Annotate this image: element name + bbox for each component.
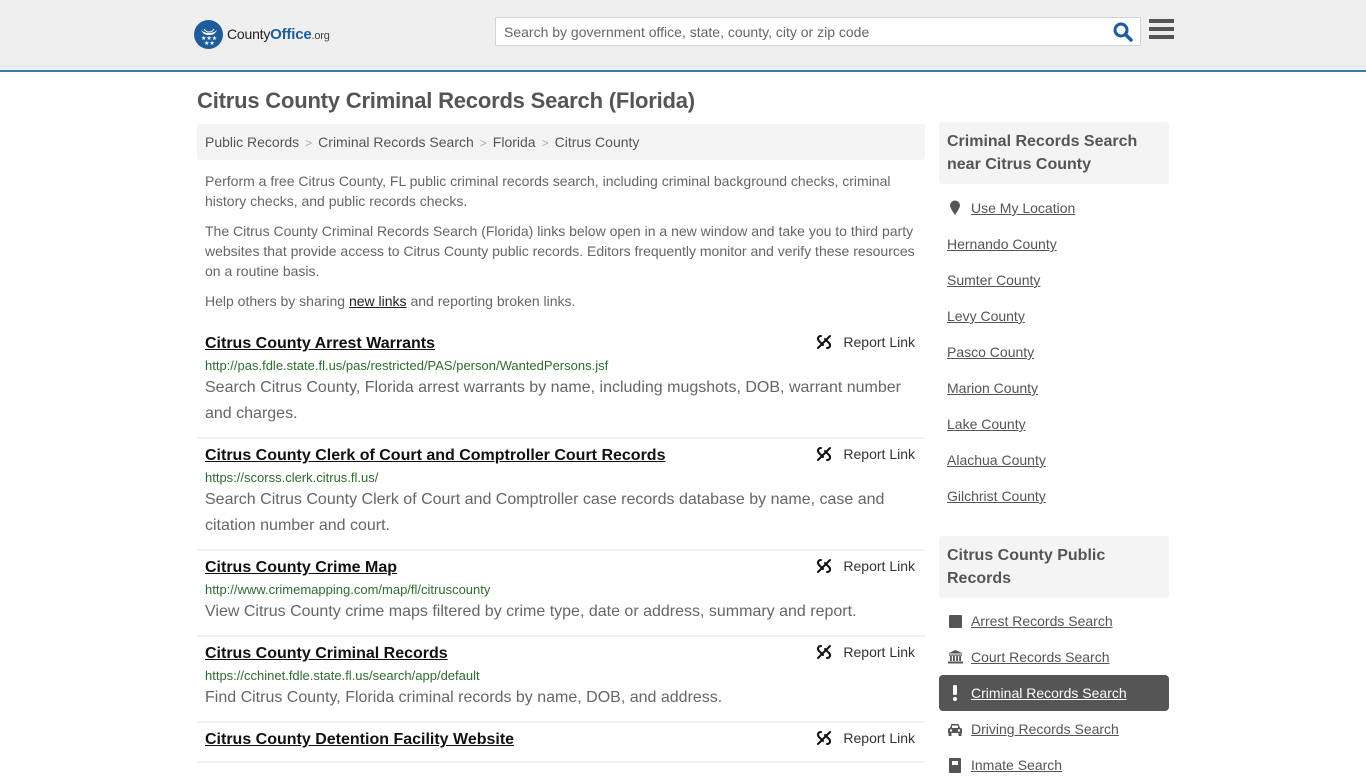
- inmate-icon: [947, 757, 963, 773]
- intro-paragraph-3: Help others by sharing new links and rep…: [205, 293, 576, 309]
- broken-link-icon: [815, 643, 843, 661]
- public-records-item[interactable]: Court Records Search: [939, 639, 1169, 675]
- public-records-heading: Citrus County Public Records: [939, 536, 1169, 598]
- breadcrumb: Public Records > Criminal Records Search > F…: [197, 124, 925, 160]
- report-link-button[interactable]: Report Link: [815, 333, 915, 351]
- report-link-label: Report Link: [843, 446, 915, 462]
- results-list: Citrus County Arrest Warrants Report Link…: [197, 327, 925, 763]
- use-my-location-item[interactable]: Use My Location: [939, 190, 1169, 226]
- nearby-county-link[interactable]: Lake County: [947, 416, 1026, 432]
- result-item: Citrus County Crime Map Report Link http:/…: [197, 551, 925, 637]
- svg-text:★★: ★★: [204, 40, 215, 46]
- intro-paragraph-1: Perform a free Citrus County, FL public …: [205, 173, 891, 209]
- nearby-list: Use My Location Hernando County Sumter Co…: [939, 190, 1169, 514]
- hamburger-menu-icon[interactable]: [1149, 19, 1175, 43]
- nearby-county-item[interactable]: Pasco County: [939, 334, 1169, 370]
- public-records-item[interactable]: Arrest Records Search: [939, 603, 1169, 639]
- breadcrumb-separator: >: [541, 136, 549, 150]
- breadcrumb-separator: >: [479, 136, 487, 150]
- nearby-county-link[interactable]: Gilchrist County: [947, 488, 1046, 504]
- nearby-county-link[interactable]: Sumter County: [947, 272, 1040, 288]
- public-records-item[interactable]: Inmate Search: [939, 747, 1169, 783]
- breadcrumb-criminal-records-search[interactable]: Criminal Records Search: [318, 134, 474, 150]
- map-marker-icon: [947, 200, 963, 216]
- search-icon[interactable]: [1112, 21, 1134, 43]
- result-url: https://scorss.clerk.citrus.fl.us/: [205, 470, 379, 485]
- logo-text: CountyOffice.org: [227, 26, 330, 43]
- nearby-county-link[interactable]: Levy County: [947, 308, 1025, 324]
- car-icon: [947, 723, 963, 736]
- report-link-button[interactable]: Report Link: [815, 729, 915, 747]
- result-url: https://cchinet.fdle.state.fl.us/search/…: [205, 668, 480, 683]
- report-link-label: Report Link: [843, 334, 915, 350]
- courthouse-icon: [947, 650, 963, 664]
- search-box: [495, 17, 1141, 46]
- result-item: Citrus County Criminal Records Report Lin…: [197, 637, 925, 723]
- broken-link-icon: [815, 333, 843, 351]
- public-records-item[interactable]: Driving Records Search: [939, 711, 1169, 747]
- result-description: Search Citrus County, Florida arrest war…: [205, 379, 901, 422]
- result-description: Find Citrus County, Florida criminal rec…: [205, 689, 723, 706]
- result-title-link[interactable]: Citrus County Arrest Warrants: [205, 333, 435, 355]
- breadcrumb-public-records[interactable]: Public Records: [205, 134, 299, 150]
- site-logo[interactable]: ★★★ ★★ CountyOffice.org: [194, 20, 330, 49]
- result-title-link[interactable]: Citrus County Clerk of Court and Comptro…: [205, 445, 665, 467]
- broken-link-icon: [815, 445, 843, 463]
- result-item: Citrus County Arrest Warrants Report Link…: [197, 327, 925, 439]
- nearby-county-link[interactable]: Alachua County: [947, 452, 1046, 468]
- nearby-county-item[interactable]: Sumter County: [939, 262, 1169, 298]
- intro-paragraph-2: The Citrus County Criminal Records Searc…: [205, 223, 915, 279]
- result-description: Search Citrus County Clerk of Court and …: [205, 491, 885, 534]
- breadcrumb-separator: >: [305, 136, 313, 150]
- report-link-label: Report Link: [843, 558, 915, 574]
- header-stripe: [0, 65, 1366, 67]
- nearby-county-link[interactable]: Hernando County: [947, 236, 1057, 252]
- public-records-list: Arrest Records Search Court Records Searc…: [939, 603, 1169, 783]
- nearby-county-item[interactable]: Marion County: [939, 370, 1169, 406]
- sidebar-public-records: Citrus County Public Records Arrest Reco…: [939, 536, 1169, 783]
- nearby-county-item[interactable]: Lake County: [939, 406, 1169, 442]
- page-title: Citrus County Criminal Records Search (F…: [197, 88, 695, 113]
- new-links-link[interactable]: new links: [349, 293, 407, 309]
- result-url: http://www.crimemapping.com/map/fl/citru…: [205, 582, 491, 597]
- public-records-link[interactable]: Driving Records Search: [971, 721, 1119, 737]
- result-url: http://pas.fdle.state.fl.us/pas/restrict…: [205, 358, 609, 373]
- use-my-location-link[interactable]: Use My Location: [971, 200, 1075, 216]
- public-records-link[interactable]: Court Records Search: [971, 649, 1110, 665]
- nearby-county-item[interactable]: Gilchrist County: [939, 478, 1169, 514]
- public-records-link[interactable]: Inmate Search: [971, 757, 1062, 773]
- exclamation-icon: [947, 685, 963, 701]
- nearby-county-item[interactable]: Levy County: [939, 298, 1169, 334]
- breadcrumb-florida[interactable]: Florida: [493, 134, 536, 150]
- eagle-logo-icon: ★★★ ★★: [194, 20, 223, 49]
- site-header: ★★★ ★★ CountyOffice.org: [0, 0, 1366, 72]
- square-icon: [947, 614, 963, 628]
- public-records-link[interactable]: Criminal Records Search: [971, 685, 1127, 701]
- broken-link-icon: [815, 557, 843, 575]
- broken-link-icon: [815, 729, 843, 747]
- report-link-label: Report Link: [843, 644, 915, 660]
- report-link-button[interactable]: Report Link: [815, 557, 915, 575]
- nearby-heading: Criminal Records Search near Citrus Coun…: [939, 122, 1169, 184]
- report-link-button[interactable]: Report Link: [815, 445, 915, 463]
- result-title-link[interactable]: Citrus County Crime Map: [205, 557, 397, 579]
- result-item: Citrus County Detention Facility Website…: [197, 723, 925, 763]
- nearby-county-item[interactable]: Hernando County: [939, 226, 1169, 262]
- public-records-item[interactable]: Criminal Records Search: [939, 675, 1169, 711]
- search-input[interactable]: [496, 18, 1106, 45]
- result-title-link[interactable]: Citrus County Criminal Records: [205, 643, 448, 665]
- result-title-link[interactable]: Citrus County Detention Facility Website: [205, 729, 514, 751]
- nearby-county-item[interactable]: Alachua County: [939, 442, 1169, 478]
- intro-text: Perform a free Citrus County, FL public …: [205, 171, 920, 321]
- result-item: Citrus County Clerk of Court and Comptro…: [197, 439, 925, 551]
- report-link-label: Report Link: [843, 730, 915, 746]
- report-link-button[interactable]: Report Link: [815, 643, 915, 661]
- result-description: View Citrus County crime maps filtered b…: [205, 603, 857, 620]
- public-records-link[interactable]: Arrest Records Search: [971, 613, 1113, 629]
- nearby-county-link[interactable]: Marion County: [947, 380, 1038, 396]
- nearby-county-link[interactable]: Pasco County: [947, 344, 1034, 360]
- sidebar-nearby: Criminal Records Search near Citrus Coun…: [939, 122, 1169, 514]
- breadcrumb-citrus-county[interactable]: Citrus County: [555, 134, 640, 150]
